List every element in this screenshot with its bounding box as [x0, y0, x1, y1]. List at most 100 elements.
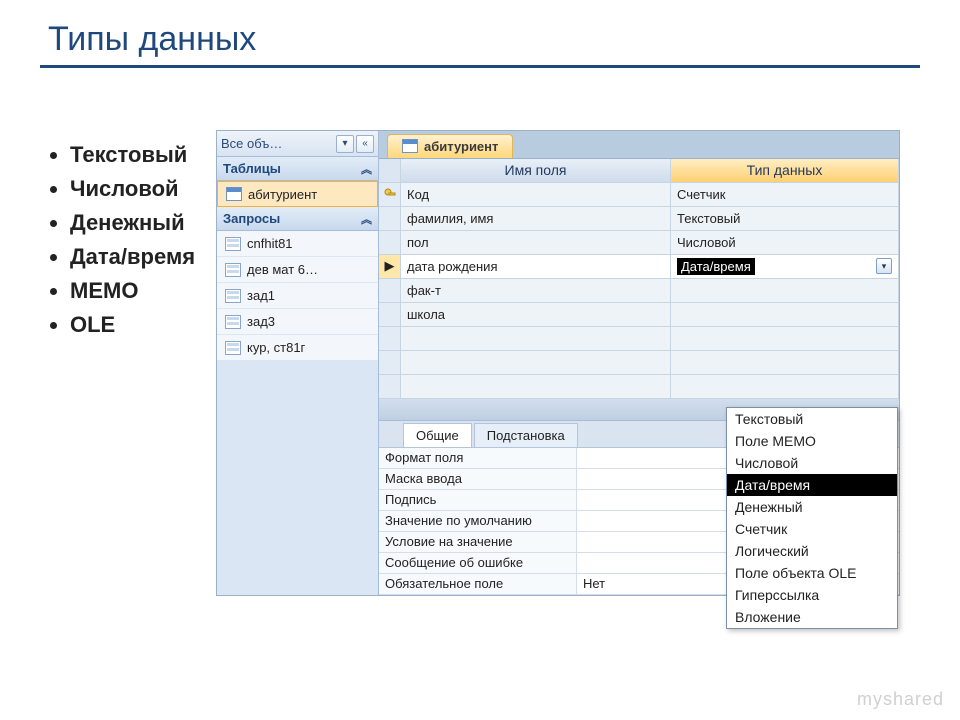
row-selector[interactable] [379, 351, 401, 374]
chevron-up-icon: ︽ [361, 161, 372, 177]
row-selector[interactable] [379, 303, 401, 326]
object-tabbar: абитуриент [379, 131, 899, 158]
field-row-active[interactable]: ▶ дата рождения Дата/время ▾ [379, 255, 899, 279]
nav-item-query[interactable]: зад1 [217, 283, 378, 309]
bullet-item: Текстовый [70, 142, 195, 168]
dropdown-option[interactable]: Поле MEMO [727, 430, 897, 452]
bullet-item: Дата/время [70, 244, 195, 270]
field-name-cell[interactable]: Код [401, 183, 671, 206]
field-name-cell[interactable]: фак-т [401, 279, 671, 302]
property-label: Сообщение об ошибке [379, 553, 577, 573]
dropdown-option-selected[interactable]: Дата/время [727, 474, 897, 496]
nav-item-label: cnfhit81 [247, 236, 293, 251]
dropdown-option[interactable]: Счетчик [727, 518, 897, 540]
row-selector-header [379, 159, 401, 182]
row-selector[interactable] [379, 231, 401, 254]
property-label: Маска ввода [379, 469, 577, 489]
property-label: Обязательное поле [379, 574, 577, 594]
field-type-cell[interactable]: Дата/время ▾ [671, 255, 899, 278]
field-name-cell[interactable]: фамилия, имя [401, 207, 671, 230]
field-type-cell[interactable] [671, 375, 899, 398]
field-name-cell[interactable] [401, 327, 671, 350]
nav-group-queries[interactable]: Запросы ︽ [217, 207, 378, 231]
chevron-up-icon: ︽ [361, 211, 372, 227]
dropdown-option[interactable]: Поле объекта OLE [727, 562, 897, 584]
datatype-dropdown[interactable]: Текстовый Поле MEMO Числовой Дата/время … [726, 407, 898, 629]
field-name-cell[interactable]: дата рождения [401, 255, 671, 278]
nav-item-query[interactable]: дев мат 6… [217, 257, 378, 283]
access-window: Все объ… ▾ « Таблицы ︽ абитуриент Запрос… [216, 130, 900, 596]
nav-header-title: Все объ… [221, 136, 334, 151]
nav-group-label: Запросы [223, 211, 361, 226]
field-name-cell[interactable] [401, 351, 671, 374]
query-icon [225, 263, 241, 277]
query-icon [225, 289, 241, 303]
nav-item-table[interactable]: абитуриент [217, 181, 378, 207]
field-row[interactable]: фамилия, имя Текстовый [379, 207, 899, 231]
property-tab-general[interactable]: Общие [403, 423, 472, 447]
property-label: Подпись [379, 490, 577, 510]
dropdown-option[interactable]: Числовой [727, 452, 897, 474]
bullet-item: Числовой [70, 176, 195, 202]
field-row[interactable]: Код Счетчик [379, 183, 899, 207]
nav-group-label: Таблицы [223, 161, 361, 176]
nav-item-label: абитуриент [248, 187, 317, 202]
dropdown-option[interactable]: Гиперссылка [727, 584, 897, 606]
slide-title: Типы данных [0, 0, 960, 65]
query-icon [225, 341, 241, 355]
field-type-cell[interactable]: Числовой [671, 231, 899, 254]
row-selector[interactable] [379, 207, 401, 230]
property-tab-lookup[interactable]: Подстановка [474, 423, 578, 447]
nav-item-label: дев мат 6… [247, 262, 318, 277]
table-icon [226, 187, 242, 201]
nav-header: Все объ… ▾ « [217, 131, 378, 157]
nav-collapse-button[interactable]: « [356, 135, 374, 153]
object-tab-label: абитуриент [424, 139, 498, 154]
field-row-empty[interactable] [379, 351, 899, 375]
table-icon [402, 139, 418, 153]
bullet-item: MEMO [70, 278, 195, 304]
field-type-cell[interactable]: Текстовый [671, 207, 899, 230]
nav-item-label: зад1 [247, 288, 275, 303]
query-icon [225, 315, 241, 329]
bullet-list: Текстовый Числовой Денежный Дата/время M… [30, 142, 195, 346]
nav-item-query[interactable]: зад3 [217, 309, 378, 335]
bullet-item: Денежный [70, 210, 195, 236]
query-icon [225, 237, 241, 251]
field-row-empty[interactable] [379, 375, 899, 399]
field-type-cell[interactable] [671, 279, 899, 302]
nav-item-query[interactable]: кур, ст81г [217, 335, 378, 361]
field-row-empty[interactable] [379, 327, 899, 351]
field-row[interactable]: школа [379, 303, 899, 327]
field-type-cell[interactable] [671, 351, 899, 374]
field-type-cell[interactable]: Счетчик [671, 183, 899, 206]
field-name-cell[interactable]: школа [401, 303, 671, 326]
dropdown-option[interactable]: Вложение [727, 606, 897, 628]
row-selector[interactable] [379, 183, 401, 206]
row-selector[interactable] [379, 375, 401, 398]
nav-item-label: кур, ст81г [247, 340, 305, 355]
nav-item-label: зад3 [247, 314, 275, 329]
row-selector[interactable] [379, 279, 401, 302]
grid-header-row: Имя поля Тип данных [379, 159, 899, 183]
field-row[interactable]: пол Числовой [379, 231, 899, 255]
field-type-cell[interactable] [671, 303, 899, 326]
nav-menu-button[interactable]: ▾ [336, 135, 354, 153]
dropdown-button[interactable]: ▾ [876, 258, 892, 274]
row-selector[interactable] [379, 327, 401, 350]
object-tab[interactable]: абитуриент [387, 134, 513, 158]
dropdown-option[interactable]: Текстовый [727, 408, 897, 430]
dropdown-option[interactable]: Логический [727, 540, 897, 562]
field-name-cell[interactable] [401, 375, 671, 398]
type-selected-value: Дата/время [677, 258, 755, 275]
field-name-cell[interactable]: пол [401, 231, 671, 254]
dropdown-option[interactable]: Денежный [727, 496, 897, 518]
property-label: Значение по умолчанию [379, 511, 577, 531]
primary-key-icon [384, 188, 396, 200]
title-underline [40, 65, 920, 68]
row-selector[interactable]: ▶ [379, 255, 401, 278]
nav-item-query[interactable]: cnfhit81 [217, 231, 378, 257]
field-type-cell[interactable] [671, 327, 899, 350]
field-row[interactable]: фак-т [379, 279, 899, 303]
nav-group-tables[interactable]: Таблицы ︽ [217, 157, 378, 181]
